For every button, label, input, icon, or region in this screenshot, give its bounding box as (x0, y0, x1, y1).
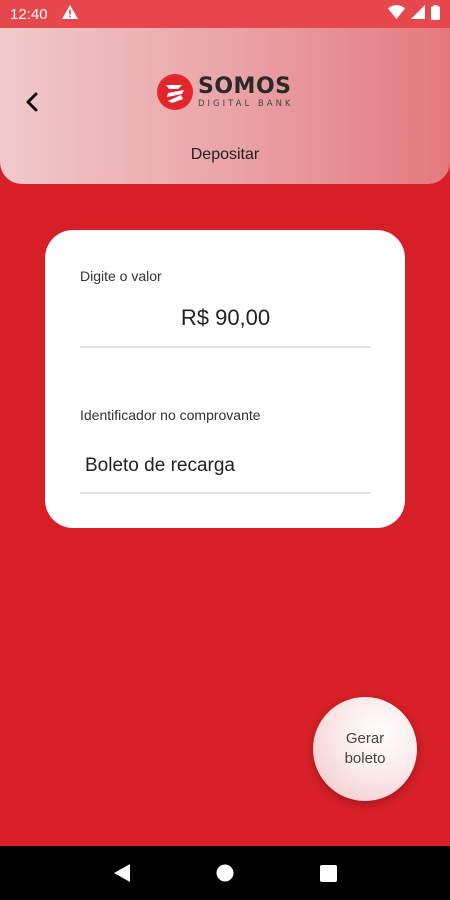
nav-back-button[interactable] (110, 861, 134, 885)
amount-input[interactable]: R$ 90,00 (80, 305, 371, 331)
logo-subtitle: DIGITAL BANK (198, 98, 294, 109)
back-button[interactable] (18, 90, 46, 118)
deposit-form-card: Digite o valor R$ 90,00 Identificador no… (45, 230, 405, 528)
battery-icon (431, 4, 440, 24)
home-circle-icon (216, 864, 234, 882)
wifi-icon (388, 5, 405, 23)
identifier-underline (80, 492, 371, 494)
status-icons (388, 4, 440, 24)
logo-name: SOMOS (198, 73, 292, 99)
status-time: 12:40 (10, 5, 48, 23)
logo-mark-icon (157, 74, 193, 110)
identifier-input[interactable]: Boleto de recarga (80, 455, 371, 477)
system-nav-bar (0, 846, 450, 900)
nav-recents-button[interactable] (316, 861, 340, 885)
app-header: SOMOS DIGITAL BANK Depositar (0, 28, 450, 184)
warning-icon (61, 5, 78, 23)
status-bar: 12:40 (0, 0, 450, 28)
signal-icon (411, 5, 425, 23)
nav-home-button[interactable] (213, 861, 237, 885)
generate-boleto-button[interactable]: Gerar boleto (313, 697, 417, 801)
generate-boleto-label-line1: Gerar (345, 729, 385, 747)
identifier-label: Identificador no comprovante (80, 407, 261, 423)
page-title: Depositar (190, 146, 260, 163)
amount-underline (80, 346, 371, 348)
chevron-left-icon (25, 92, 39, 117)
back-triangle-icon (113, 864, 130, 882)
amount-label: Digite o valor (80, 268, 162, 284)
recents-square-icon (319, 864, 337, 882)
somos-logo: SOMOS DIGITAL BANK (156, 70, 294, 114)
generate-boleto-label-line2: boleto (344, 750, 386, 767)
